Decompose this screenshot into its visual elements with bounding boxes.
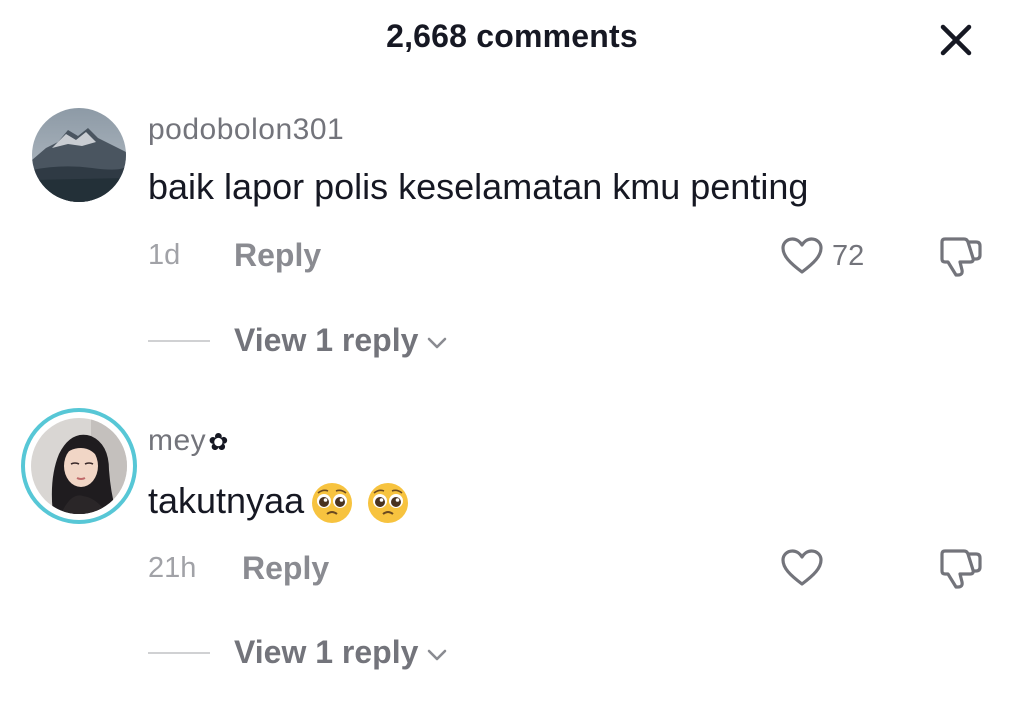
chevron-down-icon <box>428 337 447 348</box>
username-text: mey <box>148 424 207 457</box>
avatar-story-ring[interactable] <box>21 408 137 524</box>
dislike-button[interactable] <box>938 548 984 595</box>
like-button[interactable]: 72 <box>780 236 864 276</box>
comment-timestamp: 21h <box>148 552 197 584</box>
comment-text: baik lapor polis keselamatan kmu penting <box>148 166 809 207</box>
divider-line <box>148 339 210 342</box>
view-replies-label: View 1 reply <box>234 322 419 358</box>
view-replies-label: View 1 reply <box>234 634 419 670</box>
pleading-face-emoji <box>312 483 353 524</box>
comment-text-content: takutnyaa <box>148 480 305 521</box>
chevron-down-icon <box>428 649 447 660</box>
heart-icon <box>781 237 823 274</box>
thumbs-down-icon <box>940 549 982 589</box>
divider-line <box>148 651 210 654</box>
close-icon <box>940 24 972 56</box>
thumbs-down-icon <box>940 237 982 277</box>
profile-photo <box>31 418 127 514</box>
reply-button[interactable]: Reply <box>242 550 329 587</box>
avatar <box>31 418 127 514</box>
heart-icon <box>781 549 823 586</box>
close-button[interactable] <box>936 20 976 60</box>
username[interactable]: podobolon301 <box>148 113 344 147</box>
mountain-photo <box>32 108 126 202</box>
reply-button[interactable]: Reply <box>234 237 321 274</box>
username[interactable]: mey✿ <box>148 424 229 458</box>
view-replies-button[interactable]: View 1 reply <box>148 322 448 359</box>
view-replies-button[interactable]: View 1 reply <box>148 634 448 671</box>
dislike-button[interactable] <box>938 236 984 283</box>
comment-timestamp: 1d <box>148 239 181 271</box>
flower-symbol: ✿ <box>208 429 229 456</box>
comments-count-title: 2,668 comments <box>386 18 638 54</box>
pleading-face-emoji <box>368 483 409 524</box>
like-count: 72 <box>832 239 865 272</box>
comment-text: takutnyaa <box>148 480 410 525</box>
avatar[interactable] <box>32 108 126 202</box>
like-button[interactable] <box>780 548 824 588</box>
